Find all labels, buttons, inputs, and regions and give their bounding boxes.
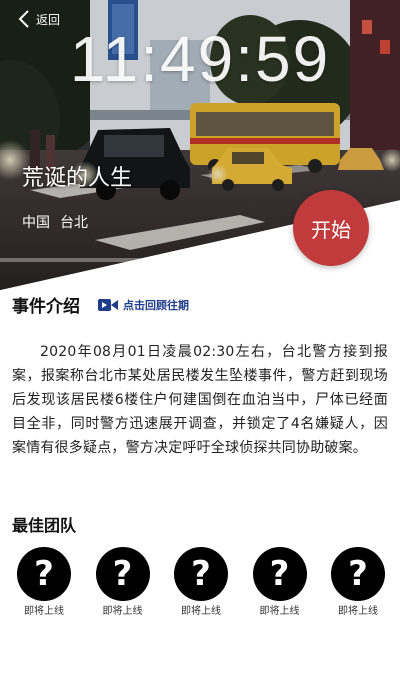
team-member[interactable]: ? 即将上线: [16, 547, 72, 617]
question-mark-icon: ?: [17, 547, 71, 601]
member-status-label: 即将上线: [338, 606, 378, 617]
start-button[interactable]: 开始: [293, 190, 369, 266]
video-camera-icon: [98, 298, 118, 311]
question-mark-icon: ?: [331, 547, 385, 601]
case-location: 中国 台北: [22, 212, 88, 232]
member-status-label: 即将上线: [102, 606, 143, 617]
question-mark-icon: ?: [95, 547, 150, 601]
team-member[interactable]: ? 即将上线: [173, 547, 229, 617]
case-title: 荒诞的人生: [22, 166, 133, 191]
event-section-title: 事件介绍: [12, 297, 80, 317]
event-section-header: 事件介绍 点击回顾往期: [12, 292, 189, 317]
review-past-link[interactable]: 点击回顾往期: [98, 297, 189, 313]
team-member[interactable]: ? 即将上线: [330, 547, 386, 617]
clock-display: 11:49:59: [69, 23, 331, 95]
location-country: 中国: [22, 215, 50, 231]
location-city: 台北: [60, 215, 88, 231]
question-mark-icon: ?: [252, 547, 307, 601]
team-section-title: 最佳团队: [12, 516, 77, 535]
review-past-label: 点击回顾往期: [123, 298, 189, 312]
member-status-label: 即将上线: [259, 606, 300, 617]
event-description: 2020年08月01日凌晨02:30左右，台北警方接到报案，报案称台北市某处居民…: [12, 344, 388, 456]
question-mark-icon: ?: [174, 547, 228, 601]
member-status-label: 即将上线: [181, 606, 221, 617]
team-member[interactable]: ? 即将上线: [252, 547, 308, 617]
member-status-label: 即将上线: [24, 606, 64, 617]
team-member[interactable]: ? 即将上线: [95, 547, 151, 617]
team-member-list: ? 即将上线 ? 即将上线 ? 即将上线 ? 即将上线 ? 即将上线: [16, 547, 386, 617]
